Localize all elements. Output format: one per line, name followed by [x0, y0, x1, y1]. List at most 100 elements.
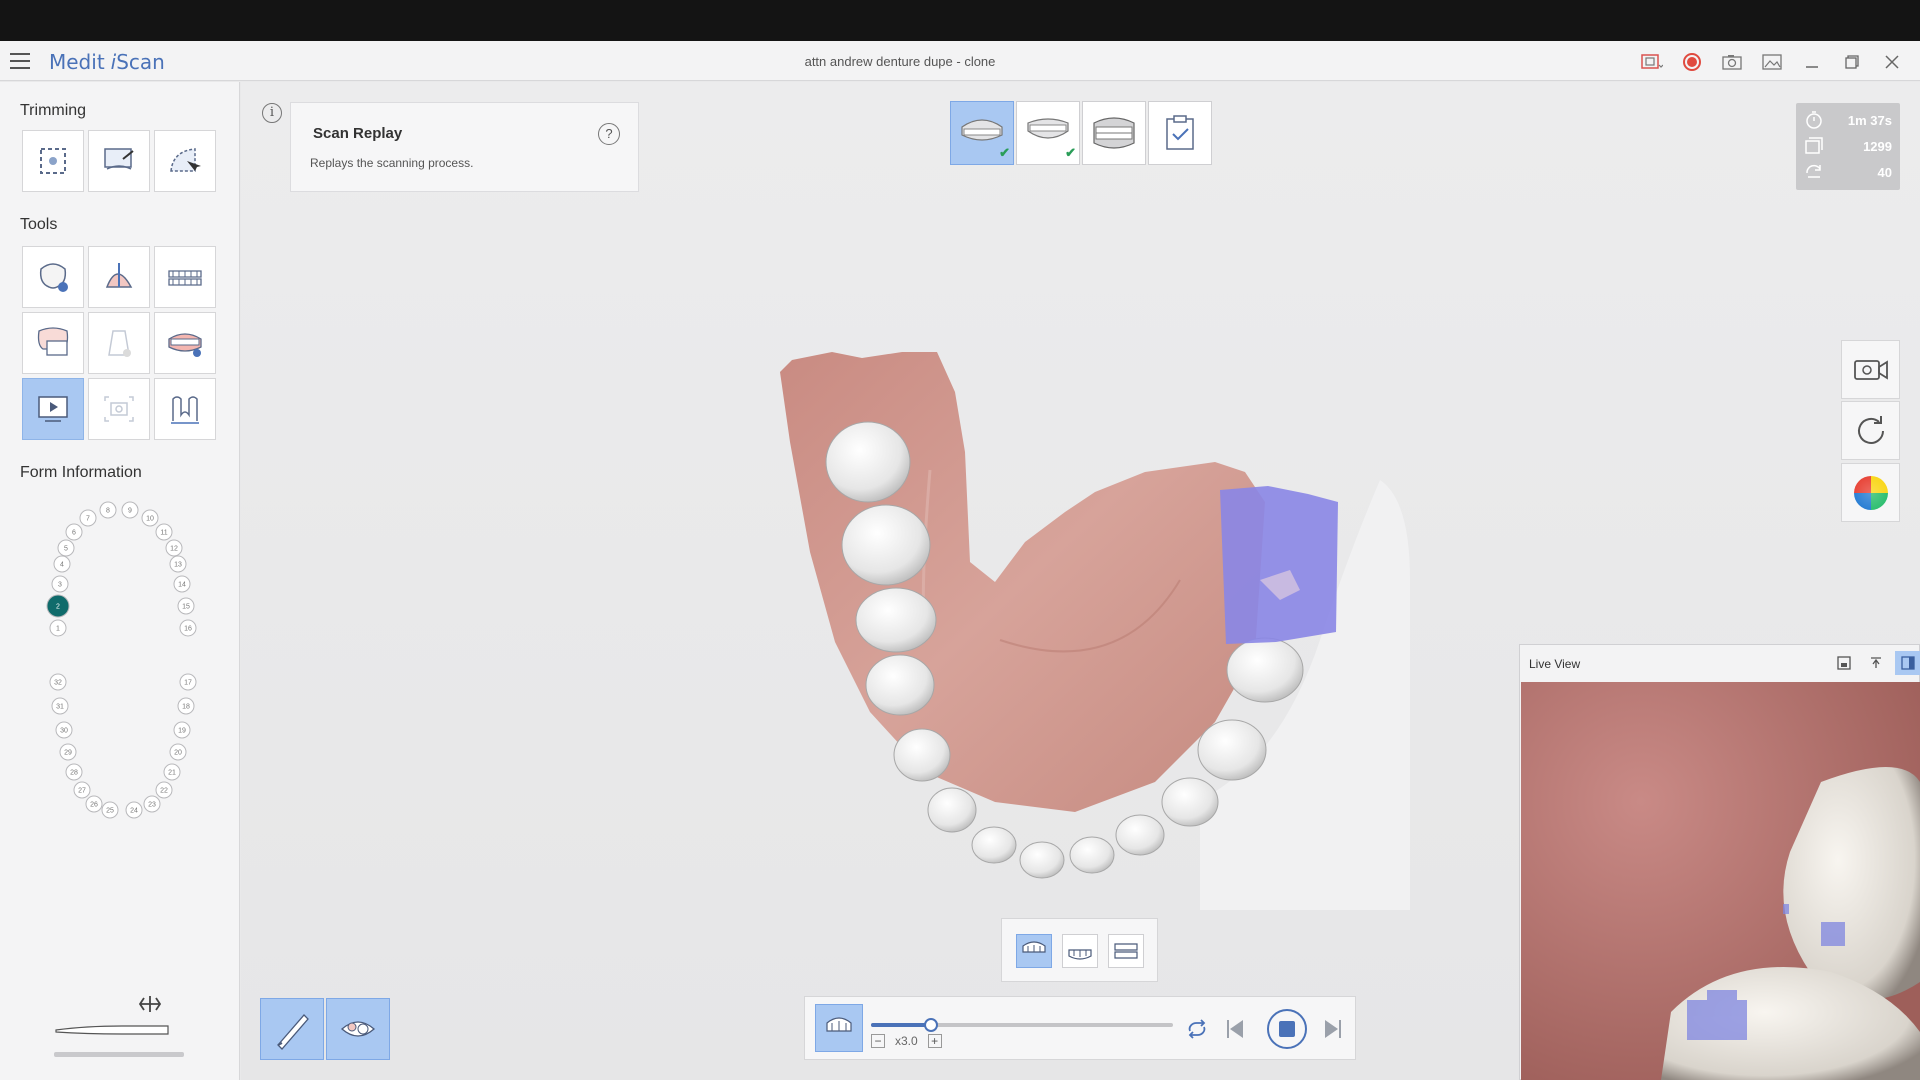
tooth-number-label: 22 — [160, 788, 168, 795]
select-trim-button[interactable] — [154, 130, 216, 192]
select-trim-icon — [170, 148, 201, 172]
restore-icon[interactable] — [1836, 50, 1868, 74]
tools-title: Tools — [20, 216, 58, 233]
color-wheel-icon — [1853, 475, 1888, 510]
live-view-pin-icon[interactable] — [1863, 651, 1889, 675]
live-camera-feed — [1521, 682, 1920, 1080]
tooth-number-label: 30 — [60, 728, 68, 735]
tooth-extract-button[interactable] — [88, 312, 150, 374]
lasso-trim-button[interactable] — [22, 130, 84, 192]
brush-trim-button[interactable] — [88, 130, 150, 192]
both-jaws-icon — [1114, 943, 1138, 959]
skip-end-icon — [1325, 1020, 1341, 1038]
arch-tool-button[interactable] — [154, 312, 216, 374]
speed-control: − x3.0 + — [871, 1034, 942, 1048]
live-view-dock-icon[interactable] — [1895, 651, 1920, 675]
color-map-button[interactable] — [1841, 463, 1900, 522]
fill-hole-button[interactable] — [22, 312, 84, 374]
help-icon[interactable]: ? — [598, 123, 620, 145]
close-icon[interactable] — [1876, 50, 1908, 74]
speed-value: x3.0 — [895, 1034, 918, 1048]
title-bar: Medit iScan attn andrew denture dupe - cl… — [0, 41, 1920, 81]
tooth-number-label: 18 — [182, 704, 190, 711]
stats-rotations-row: 40 — [1796, 159, 1900, 185]
replay-progress-track[interactable] — [871, 1018, 1173, 1032]
stop-button[interactable] — [1267, 1009, 1307, 1049]
info-icon[interactable]: i — [262, 103, 282, 123]
gallery-icon[interactable] — [1756, 50, 1788, 74]
stage-occlusion-button[interactable] — [1082, 101, 1146, 165]
upper-jaw-icon — [1022, 941, 1046, 953]
tooth-number-label: 1 — [56, 626, 60, 633]
speed-increase-button[interactable]: + — [927, 1034, 942, 1048]
stage-mandible-button[interactable]: ✔ — [1016, 101, 1080, 165]
screen-capture-icon[interactable] — [1636, 50, 1668, 74]
stats-time-row: 1m 37s — [1796, 107, 1900, 133]
refresh-icon — [1857, 415, 1884, 444]
lasso-trim-icon — [40, 148, 66, 174]
tooth-number-label: 8 — [106, 508, 110, 515]
frames-icon — [1805, 137, 1823, 154]
jaw-icon — [168, 270, 202, 286]
tooth-number-label: 15 — [182, 604, 190, 611]
tooth-lock-icon — [39, 263, 68, 292]
window-controls — [1636, 50, 1908, 74]
measure-tool-button[interactable] — [154, 378, 216, 440]
replay-progress-fill — [871, 1023, 932, 1027]
scan-replay-title: Scan Replay — [313, 125, 403, 142]
scan-tip-button[interactable] — [260, 998, 324, 1060]
tooth-number-label: 26 — [90, 802, 98, 809]
play-screen-icon — [38, 396, 68, 422]
replay-player: − x3.0 + — [804, 996, 1356, 1060]
cut-tool-button[interactable] — [88, 246, 150, 308]
video-camera-icon — [1853, 359, 1888, 380]
live-view-header: Live View — [1520, 645, 1920, 681]
tooth-number-label: 14 — [178, 582, 186, 589]
speed-decrease-button[interactable]: − — [871, 1034, 885, 1048]
stage-maxilla-button[interactable]: ✔ — [950, 101, 1014, 165]
scan-replay-description: Replays the scanning process. — [310, 156, 474, 170]
scan-replay-button[interactable] — [22, 378, 84, 440]
tooth-number-label: 3 — [58, 582, 62, 589]
camera-icon[interactable] — [1716, 50, 1748, 74]
document-title: attn andrew denture dupe - clone — [804, 54, 996, 69]
video-camera-button[interactable] — [1841, 340, 1900, 399]
arch-teeth-icon — [168, 333, 202, 357]
view-lower-button[interactable] — [1062, 934, 1098, 968]
scan-object-icon — [341, 1021, 375, 1037]
record-icon[interactable] — [1676, 50, 1708, 74]
stage-review-button[interactable] — [1148, 101, 1212, 165]
replay-progress-knob[interactable] — [924, 1018, 939, 1032]
snapshot-button[interactable] — [88, 378, 150, 440]
view-both-button[interactable] — [1108, 934, 1144, 968]
reset-view-button[interactable] — [1841, 401, 1900, 460]
lower-jaw-icon — [1068, 949, 1092, 960]
tooth-number-label: 10 — [146, 516, 154, 523]
tooth-number-label: 16 — [184, 626, 192, 633]
skip-start-button[interactable] — [1221, 1015, 1249, 1043]
tooth-number-label: 6 — [72, 530, 76, 537]
check-icon: ✔ — [999, 145, 1010, 160]
view-upper-button[interactable] — [1016, 934, 1052, 968]
live-view-minimize-icon[interactable] — [1831, 651, 1857, 675]
minimize-icon[interactable] — [1796, 50, 1828, 74]
snapshot-icon — [104, 396, 134, 422]
scan-replay-card: Scan Replay Replays the scanning process… — [290, 102, 639, 192]
stats-frames-row: 1299 — [1796, 133, 1900, 159]
skip-end-button[interactable] — [1319, 1015, 1347, 1043]
tooth-number-label: 29 — [64, 750, 72, 757]
tooth-number-label: 31 — [56, 704, 64, 711]
occlusion-tool-button[interactable] — [154, 246, 216, 308]
scan-stats-panel: 1m 37s 1299 40 — [1796, 103, 1900, 190]
loop-icon — [1188, 1019, 1206, 1039]
dental-scan-model[interactable] — [780, 340, 1420, 910]
trimming-title: Trimming — [20, 102, 87, 119]
tooth-number-label: 32 — [54, 680, 62, 687]
tooth-number-label: 19 — [178, 728, 186, 735]
view-mode-bar — [1001, 918, 1158, 982]
lock-tooth-button[interactable] — [22, 246, 84, 308]
scan-object-button[interactable] — [326, 998, 390, 1060]
tooth-number-label: 27 — [78, 788, 86, 795]
replay-target-button[interactable] — [815, 1004, 863, 1052]
loop-button[interactable] — [1183, 1015, 1211, 1043]
